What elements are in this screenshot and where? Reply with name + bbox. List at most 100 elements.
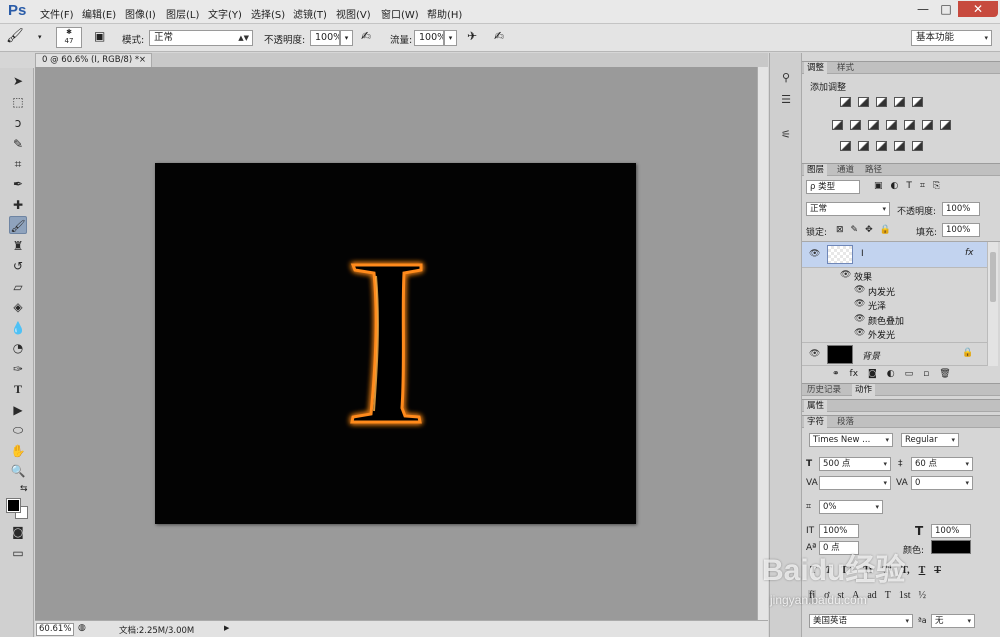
close-button[interactable]: ✕ [958, 1, 998, 17]
layer-row-background[interactable]: 👁 背景 🔒 [802, 342, 987, 366]
tracking-field[interactable]: 0 ▾ [911, 476, 973, 490]
layers-scrollbar[interactable] [987, 242, 998, 366]
menu-help[interactable]: 帮助(H) [427, 6, 462, 21]
history-panel-icon[interactable]: ⚲ [779, 71, 793, 85]
quick-mask-icon[interactable]: ◙ [9, 523, 27, 541]
status-menu-arrow-icon[interactable]: ▶ [224, 624, 229, 632]
maximize-button[interactable]: □ [936, 1, 956, 17]
new-layer-icon[interactable]: ▫ [923, 369, 929, 381]
stylistic-alternates-button[interactable]: ad [867, 590, 876, 604]
curves-icon[interactable] [876, 97, 887, 107]
tab-character[interactable]: 字符 [804, 416, 828, 428]
layer-style-icon[interactable]: fx [850, 369, 859, 381]
menu-edit[interactable]: 编辑(E) [82, 6, 116, 21]
tsume-field[interactable]: 0% ▾ [819, 500, 883, 514]
color-lookup-icon[interactable] [922, 120, 933, 130]
brush-panel-toggle-icon[interactable]: ▣ [94, 29, 105, 43]
brightness-icon[interactable] [840, 97, 851, 107]
paint-bucket-tool-icon[interactable]: ◈ [9, 298, 27, 316]
menu-file[interactable]: 文件(F) [40, 6, 74, 21]
hue-saturation-icon[interactable] [832, 120, 843, 130]
menu-image[interactable]: 图像(I) [125, 6, 156, 21]
tab-paragraph[interactable]: 段落 [834, 416, 857, 428]
antialias-select[interactable]: 无 ▾ [931, 614, 975, 628]
threshold-icon[interactable] [876, 141, 887, 151]
fractions-button[interactable]: ½ [919, 590, 927, 604]
document-canvas[interactable] [155, 163, 636, 524]
brush-preset-picker[interactable]: ✱ 47 [56, 27, 82, 48]
lasso-tool-icon[interactable]: ↄ [9, 114, 27, 132]
tab-adjustments[interactable]: 调整 [804, 62, 828, 74]
ordinals-button[interactable]: 1st [899, 590, 911, 604]
visibility-eye-icon[interactable]: 👁 [854, 314, 865, 324]
add-mask-icon[interactable]: ◙ [868, 369, 877, 381]
hand-tool-icon[interactable]: ✋ [9, 442, 27, 460]
foreground-color-swatch[interactable] [6, 498, 21, 513]
swap-colors-icon[interactable]: ⇆ [20, 484, 28, 494]
tab-history[interactable]: 历史记录 [804, 384, 844, 396]
brush-tool-icon[interactable]: 🖌 [6, 28, 24, 44]
effect-satin[interactable]: 光泽 [868, 299, 886, 312]
effect-inner-glow[interactable]: 内发光 [868, 285, 895, 298]
flow-dropdown[interactable]: ▾ [444, 30, 457, 46]
new-adjustment-icon[interactable]: ◐ [887, 369, 895, 381]
eyedropper-tool-icon[interactable]: ✒ [9, 175, 27, 193]
menu-select[interactable]: 选择(S) [251, 6, 285, 21]
brush-settings-icon[interactable]: ☰ [779, 93, 793, 107]
crop-tool-icon[interactable]: ⌗ [9, 155, 27, 173]
visibility-eye-icon[interactable]: 👁 [840, 270, 851, 280]
vibrance-icon[interactable] [912, 97, 923, 107]
visibility-eye-icon[interactable]: 👁 [809, 249, 820, 259]
tab-actions[interactable]: 动作 [852, 384, 876, 396]
dodge-tool-icon[interactable]: ◔ [9, 339, 27, 357]
type-tool-icon[interactable]: T [9, 380, 27, 398]
history-brush-tool-icon[interactable]: ↺ [9, 257, 27, 275]
link-layers-icon[interactable]: ⚭ [832, 369, 840, 381]
move-tool-icon[interactable]: ➤ [9, 72, 27, 90]
tab-styles[interactable]: 样式 [834, 62, 857, 74]
blend-mode-select[interactable]: 正常 ▾ [806, 202, 890, 216]
quick-select-tool-icon[interactable]: ✎ [9, 135, 27, 153]
tab-channels[interactable]: 通道 [834, 164, 857, 176]
titling-button[interactable]: T [885, 590, 891, 604]
selective-color-icon[interactable] [912, 141, 923, 151]
effect-outer-glow[interactable]: 外发光 [868, 328, 895, 341]
font-size-field[interactable]: 500 点 ▾ [819, 457, 891, 471]
minimize-button[interactable]: — [913, 1, 933, 17]
kerning-field[interactable]: ▾ [819, 476, 891, 490]
mode-select[interactable]: 正常 ▲▼ [149, 30, 253, 46]
document-tab[interactable]: 0 @ 60.6% (I, RGB/8) * × [35, 53, 152, 67]
zoom-field[interactable]: 60.61% [36, 623, 74, 636]
chevron-down-icon[interactable]: ▾ [38, 33, 42, 41]
lock-image-icon[interactable]: ✎ [851, 225, 859, 237]
language-select[interactable]: 美国英语 ▾ [809, 614, 913, 628]
adjust-filter-icon[interactable]: ◐ [891, 181, 899, 193]
visibility-eye-icon[interactable]: 👁 [809, 349, 820, 359]
delete-layer-icon[interactable]: 🗑 [939, 369, 950, 381]
type-filter-icon[interactable]: T [906, 181, 912, 193]
gradient-map-icon[interactable] [894, 141, 905, 151]
fill-field[interactable]: 100% [942, 223, 980, 237]
visibility-eye-icon[interactable]: 👁 [854, 285, 865, 295]
flow-field[interactable]: 100% [414, 30, 444, 46]
black-white-icon[interactable] [868, 120, 879, 130]
layer-opacity-field[interactable]: 100% [942, 202, 980, 216]
font-style-select[interactable]: Regular ▾ [901, 433, 959, 447]
grid-icon[interactable] [940, 120, 951, 130]
vertical-scale-field[interactable]: 100% [819, 524, 859, 538]
smart-filter-icon[interactable]: ⎘ [933, 181, 940, 193]
status-info-icon[interactable]: ◍ [78, 623, 86, 633]
shape-filter-icon[interactable]: ⌗ [920, 181, 925, 193]
marquee-tool-icon[interactable]: ⬚ [9, 93, 27, 111]
airbrush-icon[interactable]: ✈ [467, 29, 477, 43]
color-balance-icon[interactable] [850, 120, 861, 130]
menu-layer[interactable]: 图层(L) [166, 6, 199, 21]
shape-tool-icon[interactable]: ⬭ [9, 421, 27, 439]
close-tab-icon[interactable]: × [139, 54, 146, 66]
levels-icon[interactable] [858, 97, 869, 107]
zoom-tool-icon[interactable]: 🔍 [9, 462, 27, 480]
font-family-select[interactable]: Times New ... ▾ [809, 433, 893, 447]
tab-layers[interactable]: 图层 [804, 164, 828, 176]
visibility-eye-icon[interactable]: 👁 [854, 299, 865, 309]
scrollbar-thumb[interactable] [990, 252, 996, 302]
